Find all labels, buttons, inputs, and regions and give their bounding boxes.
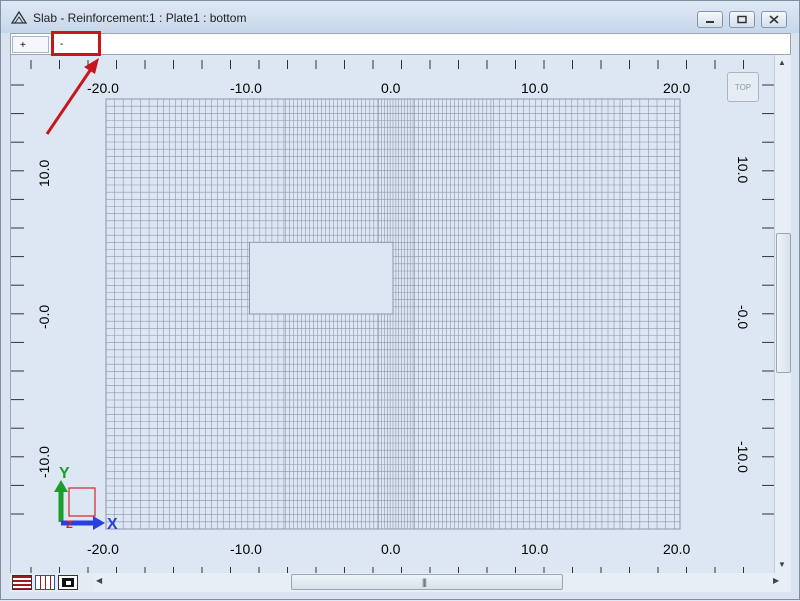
x-tick-top-1: -20.0 — [87, 80, 119, 96]
slab-opening — [249, 241, 394, 315]
x-tick-top-3: 0.0 — [381, 80, 401, 96]
horizontal-scrollbar[interactable]: ◀ ||| ▶ — [94, 573, 791, 592]
layout-rows-button[interactable] — [12, 575, 32, 590]
x-tick-top-4: 10.0 — [521, 80, 549, 96]
x-tick-bottom-1: -20.0 — [87, 541, 119, 557]
section-icon — [62, 578, 74, 587]
minimize-icon — [706, 20, 714, 23]
scroll-down-arrow-icon[interactable]: ▼ — [778, 560, 786, 569]
tab-highlight-box — [51, 31, 101, 56]
scroll-right-arrow-icon[interactable]: ▶ — [773, 576, 779, 585]
bottom-bar: ◀ ||| ▶ — [10, 573, 791, 592]
y-tick-right-3: -10.0 — [735, 441, 751, 473]
close-icon — [769, 15, 779, 24]
layout-section-button[interactable] — [58, 575, 78, 590]
restore-icon — [737, 15, 747, 24]
maximize-button[interactable] — [729, 11, 755, 28]
view-tab-strip: + - — [10, 33, 791, 55]
tab-plus[interactable]: + — [12, 36, 49, 53]
scroll-grip-icon: ||| — [422, 577, 427, 587]
y-axis-label: Y — [59, 465, 70, 482]
drawing-canvas[interactable]: -20.0 -10.0 0.0 10.0 20.0 -20.0 -10.0 0.… — [10, 55, 774, 573]
y-tick-right-1: 10.0 — [735, 156, 751, 184]
x-tick-top-5: 20.0 — [663, 80, 691, 96]
app-icon — [11, 10, 27, 24]
x-tick-bottom-4: 10.0 — [521, 541, 549, 557]
scroll-up-arrow-icon[interactable]: ▲ — [778, 58, 786, 67]
z-plane-square — [68, 487, 96, 517]
minimize-button[interactable] — [697, 11, 723, 28]
z-axis-label: Z — [66, 519, 73, 531]
x-tick-top-2: -10.0 — [230, 80, 262, 96]
close-button[interactable] — [761, 11, 787, 28]
title-bar: Slab - Reinforcement:1 : Plate1 : bottom — [1, 1, 799, 33]
x-axis-arrowhead — [93, 516, 105, 530]
y-tick-left-2: -0.0 — [36, 304, 52, 329]
x-tick-bottom-3: 0.0 — [381, 541, 401, 557]
app-window: Slab - Reinforcement:1 : Plate1 : bottom… — [0, 0, 800, 600]
layout-columns-button[interactable] — [35, 575, 55, 590]
y-tick-right-2: -0.0 — [735, 305, 751, 330]
x-tick-bottom-2: -10.0 — [230, 541, 262, 557]
view-cube-top-button[interactable]: TOP — [727, 72, 759, 102]
coordinate-system-icon: Y X Z — [54, 465, 118, 533]
scroll-left-arrow-icon[interactable]: ◀ — [96, 576, 102, 585]
y-tick-left-1: 10.0 — [36, 159, 52, 187]
vertical-scrollbar[interactable]: ▲ ▼ — [774, 55, 791, 573]
x-tick-bottom-5: 20.0 — [663, 541, 691, 557]
window-title: Slab - Reinforcement:1 : Plate1 : bottom — [33, 11, 247, 25]
x-axis-label: X — [107, 516, 118, 533]
vertical-scroll-thumb[interactable] — [776, 233, 791, 373]
horizontal-scroll-thumb[interactable]: ||| — [291, 574, 563, 590]
